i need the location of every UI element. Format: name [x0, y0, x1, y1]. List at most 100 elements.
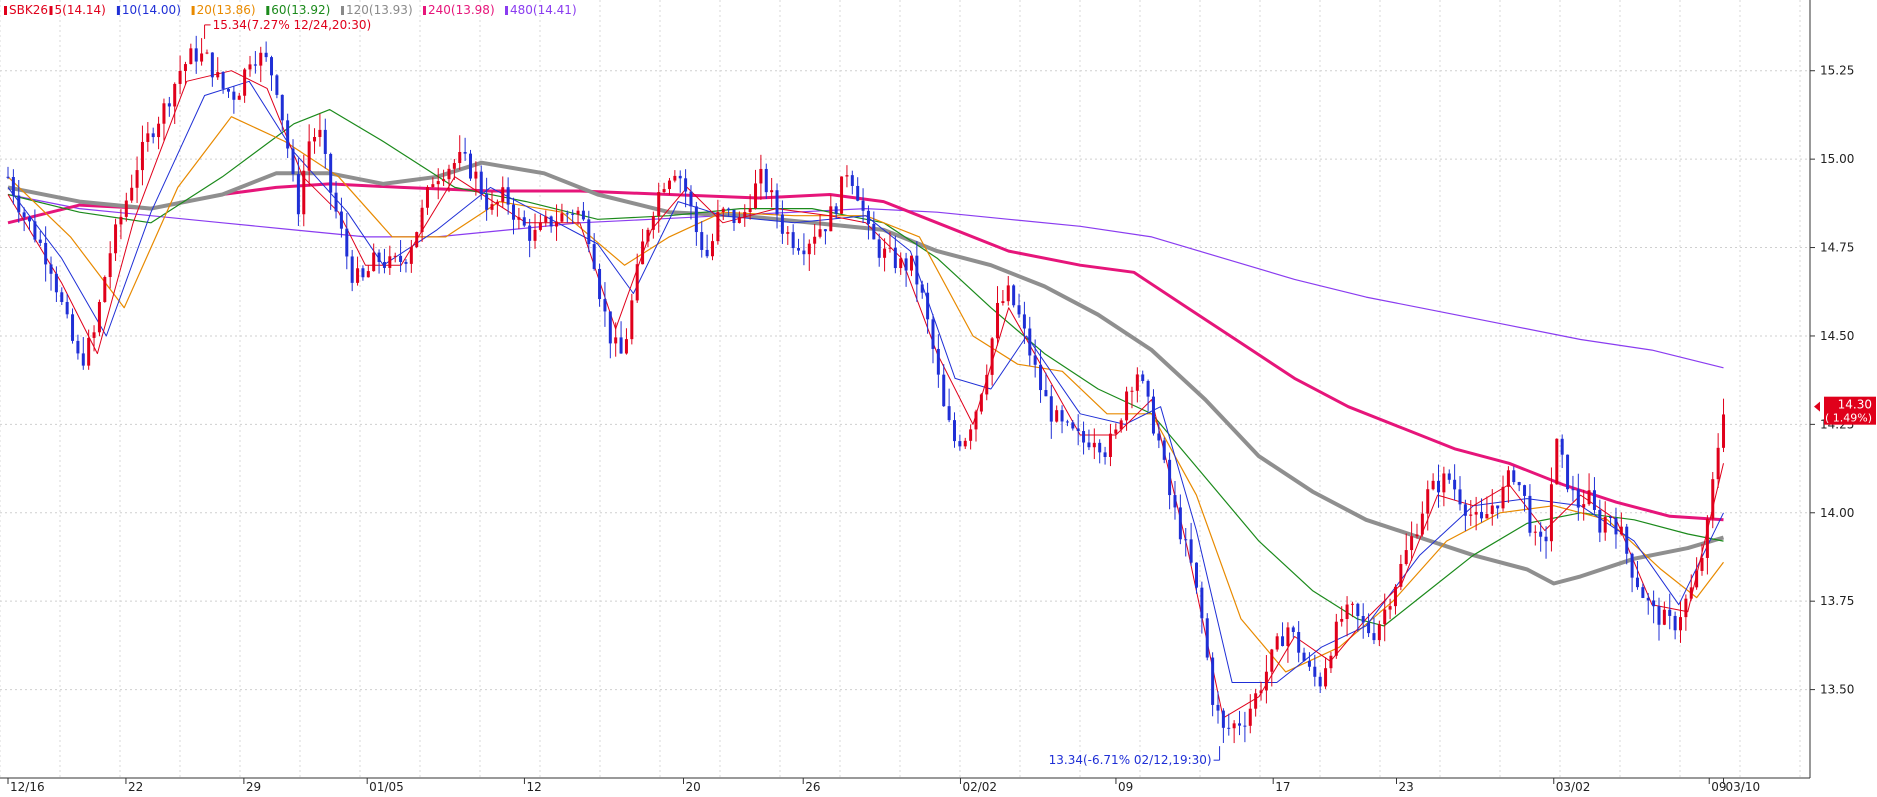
candle-body [549, 216, 553, 227]
candle-body [1162, 440, 1166, 460]
candle-body [1447, 473, 1451, 480]
candle-body [522, 217, 526, 226]
candle-body [243, 69, 247, 96]
candle-body [1028, 328, 1032, 356]
candle-body [17, 195, 21, 213]
candle-body [146, 133, 150, 142]
candle-body [1361, 616, 1365, 623]
candle-body [1087, 442, 1091, 448]
candle-body [130, 187, 134, 201]
candle-body [22, 212, 26, 218]
candle-body [103, 277, 107, 302]
candle-body [81, 353, 85, 366]
candle-body [845, 175, 849, 177]
candle-body [54, 273, 58, 293]
candle-body [528, 225, 532, 241]
candle-body [1506, 470, 1510, 487]
candle-body [1377, 624, 1381, 641]
candle-body [673, 175, 677, 181]
x-tick-label: 12/16 [10, 780, 45, 793]
candle-body [737, 217, 741, 223]
candle-body [334, 192, 338, 212]
candle-body [124, 200, 128, 217]
candle-body [1415, 534, 1419, 537]
candle-body [339, 211, 343, 229]
legend-label-ma60: 60(13.92) [271, 3, 330, 17]
candle-body [840, 176, 844, 214]
candle-body [28, 217, 32, 222]
candle-body [1227, 727, 1231, 729]
candle-body [856, 185, 860, 201]
legend-marker-ma480 [505, 6, 508, 15]
candle-body [1356, 603, 1360, 617]
candle-body [909, 255, 913, 271]
candle-body [463, 151, 467, 154]
candle-body [372, 252, 376, 272]
candle-body [985, 374, 989, 395]
x-tick-label: 01/05 [369, 780, 404, 793]
x-tick-label: 03/02 [1556, 780, 1591, 793]
candle-body [1302, 652, 1306, 661]
legend-label-sym: SBK26 [9, 3, 48, 17]
candle-body [1560, 438, 1564, 455]
candle-body [221, 72, 225, 89]
candle-body [533, 229, 537, 241]
candle-body [969, 429, 973, 441]
candle-body [608, 311, 612, 344]
candle-body [1313, 666, 1317, 677]
candle-body [1705, 518, 1709, 558]
candle-body [598, 268, 602, 300]
x-tick-label: 29 [246, 780, 261, 793]
candle-body [485, 194, 489, 210]
candle-body [1657, 606, 1661, 625]
candle-body [1248, 708, 1252, 726]
candle-body [1065, 421, 1069, 423]
candle-body [1318, 676, 1322, 687]
candle-body [420, 207, 424, 233]
legend-marker-ma240 [423, 6, 426, 15]
candle-body [931, 319, 935, 349]
candle-body [1619, 526, 1623, 535]
candle-body [818, 229, 822, 237]
price-value: 14.30 [1838, 398, 1872, 412]
candle-body [1404, 550, 1408, 564]
candle-body [684, 178, 688, 192]
candle-body [1103, 452, 1107, 457]
candle-body [866, 210, 870, 224]
candle-body [458, 151, 462, 164]
candle-body [996, 302, 1000, 339]
candle-body [1463, 504, 1467, 516]
candle-body [716, 212, 720, 242]
candle-body [1716, 447, 1720, 480]
candle-body [1022, 314, 1026, 329]
candle-body [1092, 442, 1096, 448]
candle-body [495, 201, 499, 205]
candle-body [1324, 668, 1328, 687]
candle-body [382, 261, 386, 268]
candle-body [829, 206, 833, 232]
candle-body [587, 219, 591, 245]
candle-body [710, 241, 714, 257]
candle-body [237, 95, 241, 100]
candle-body [565, 213, 569, 215]
candle-body [490, 204, 494, 210]
candle-body [1571, 489, 1575, 491]
y-tick-label: 14.00 [1820, 506, 1854, 520]
candle-body [952, 420, 956, 442]
candle-body [1232, 723, 1236, 729]
candle-body [1334, 621, 1338, 656]
candle-body [1146, 380, 1150, 397]
candle-body [936, 348, 940, 375]
candle-body [1211, 657, 1215, 705]
candle-body [404, 261, 408, 264]
candlestick-chart: 13.5013.7514.0014.2514.5014.7515.0015.25… [0, 0, 1877, 794]
candle-body [1576, 489, 1580, 508]
candle-body [71, 314, 75, 341]
candle-body [1722, 414, 1726, 448]
candle-body [813, 236, 817, 244]
candle-body [226, 88, 230, 92]
x-tick-label: 02/02 [962, 780, 997, 793]
y-tick-label: 14.75 [1820, 241, 1854, 255]
candle-body [291, 148, 295, 175]
x-tick-label: 09 [1711, 780, 1726, 793]
